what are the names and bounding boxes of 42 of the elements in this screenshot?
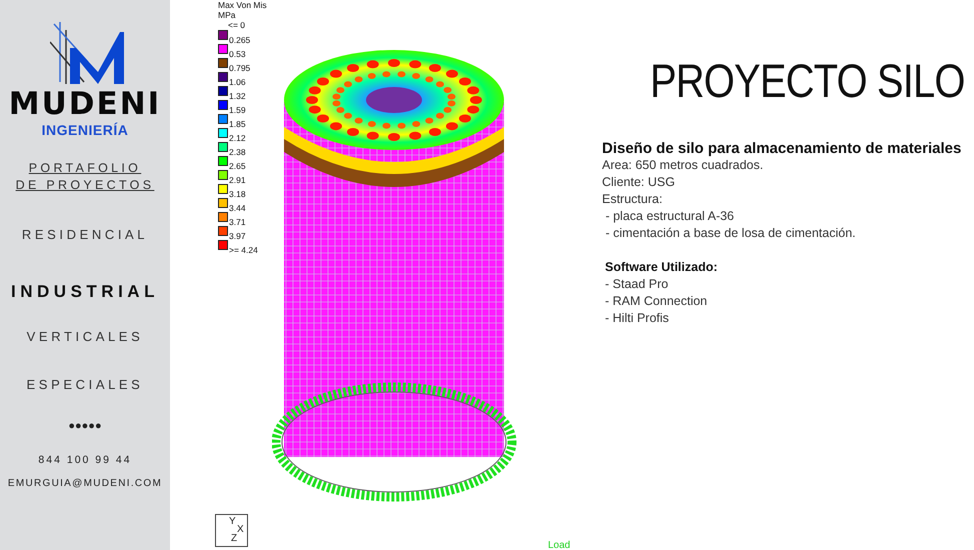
logo-tagline: INGENIERÍA: [42, 122, 128, 138]
project-detail: Area: 650 metros cuadrados.: [602, 157, 764, 174]
legend-label: 3.71: [229, 217, 246, 227]
email-link[interactable]: EMURGUIA@MUDENI.COM: [8, 478, 162, 489]
portfolio-link[interactable]: PORTAFOLIO DE PROYECTOS: [15, 160, 155, 194]
load-label: Load: [548, 541, 570, 550]
phone-number: 844 100 99 44: [38, 454, 132, 466]
legend-label: 1.85: [229, 119, 246, 129]
project-detail: - cimentación a base de losa de cimentación.: [604, 225, 857, 242]
legend-label: 0.265: [229, 35, 250, 45]
legend-label: 2.12: [229, 133, 246, 143]
legend-label: 2.91: [229, 175, 246, 185]
legend-label: 2.38: [229, 147, 246, 157]
software-item: - Staad Pro: [605, 276, 670, 293]
legend-label: 3.44: [229, 203, 246, 213]
project-detail: - placa estructural A-36: [604, 208, 736, 225]
legend-label: 0.53: [229, 49, 246, 59]
project-detail: Estructura:: [602, 191, 664, 208]
legend-title: Max Von Mis: [218, 0, 267, 10]
legend-label: 1.32: [229, 91, 246, 101]
logo-wordmark: MUDENI: [8, 88, 162, 120]
dots-indicator: ●●●●●: [68, 420, 102, 432]
project-detail: Cliente: USG: [602, 174, 676, 191]
legend-label: 3.97: [229, 231, 246, 241]
project-title: PROYECTO SILO: [650, 53, 965, 109]
legend-label: 2.65: [229, 161, 246, 171]
legend-unit: MPa: [218, 10, 236, 20]
legend-label: 1.59: [229, 105, 246, 115]
project-heading: Diseño de silo para almacenamiento de materiales: [602, 140, 962, 157]
software-heading: Software Utilizado:: [605, 259, 719, 276]
software-item: - RAM Connection: [605, 293, 708, 310]
nav-item[interactable]: ESPECIALES: [26, 377, 144, 392]
axis-triad-icon: Y X Z: [215, 514, 248, 547]
nav-item[interactable]: RESIDENCIAL: [22, 227, 148, 242]
legend-label: <= 0: [228, 20, 246, 30]
legend-label: 3.18: [229, 189, 246, 199]
software-item: - Hilti Profis: [605, 310, 670, 327]
legend-label: 1.06: [229, 77, 246, 87]
nav-item[interactable]: INDUSTRIAL: [11, 282, 159, 302]
nav-item[interactable]: VERTICALES: [26, 329, 144, 344]
legend-label: 0.795: [229, 63, 250, 73]
legend-label: >= 4.24: [229, 245, 258, 255]
